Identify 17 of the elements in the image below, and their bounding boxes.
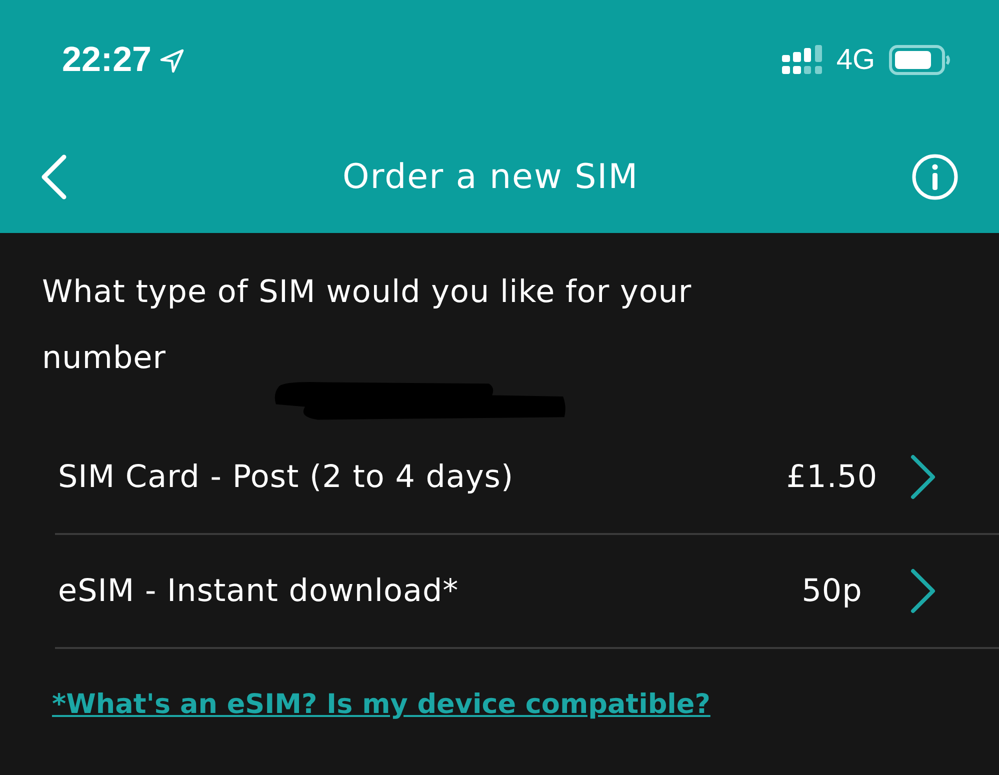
option-label: eSIM - Instant download* <box>58 573 460 609</box>
esim-info-link[interactable]: *What's an eSIM? Is my device compatible? <box>52 689 710 720</box>
page-title: Order a new SIM <box>341 156 640 196</box>
chevron-icon <box>909 567 937 615</box>
sim-option-row[interactable]: eSIM - Instant download* 50p <box>55 535 999 649</box>
info-icon[interactable] <box>911 152 959 200</box>
sim-option-row[interactable]: SIM Card - Post (2 to 4 days) £1.50 <box>55 421 999 535</box>
chevron-icon <box>909 453 937 501</box>
option-price: 50p <box>800 573 864 609</box>
option-label: SIM Card - Post (2 to 4 days) <box>58 459 515 495</box>
signal-icon <box>782 45 824 75</box>
question-text: What type of SIM would you like for your number <box>42 274 692 376</box>
option-price: £1.50 <box>785 459 879 495</box>
status-time: 22:27 <box>62 40 152 80</box>
battery-icon <box>889 45 951 75</box>
location-icon <box>158 47 186 75</box>
network-label: 4G <box>836 44 875 76</box>
